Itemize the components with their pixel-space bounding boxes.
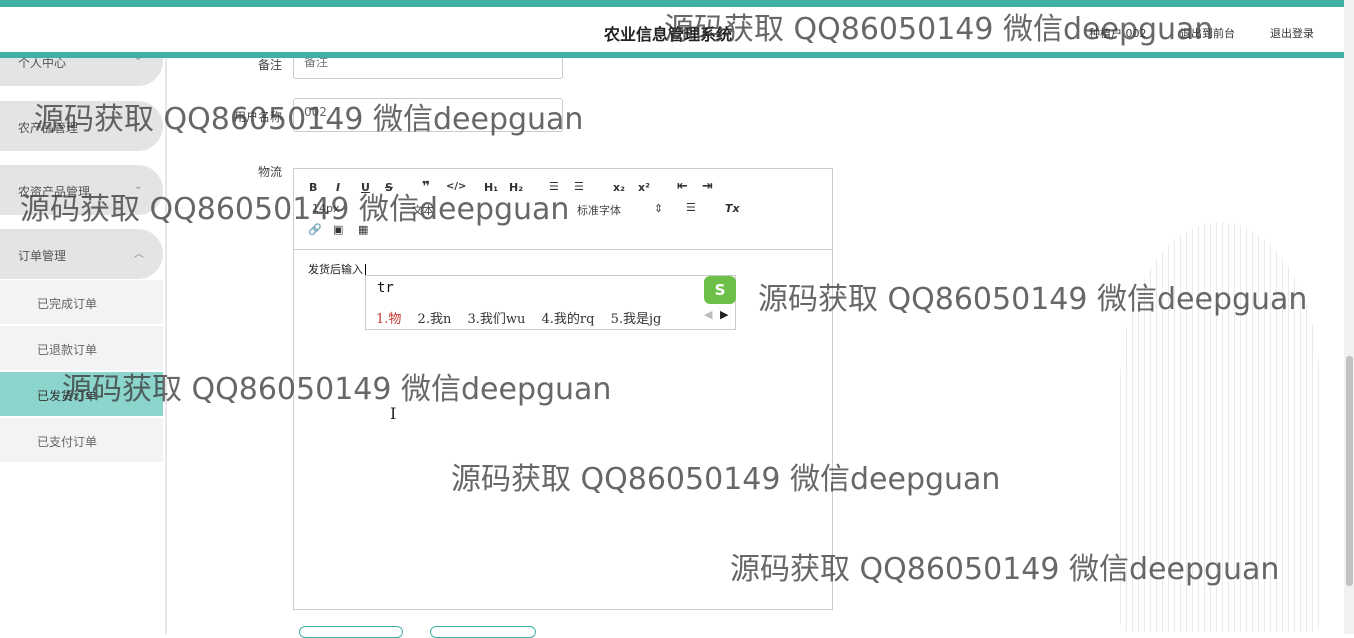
sidebar-item-paid-orders[interactable]: 已支付订单: [0, 418, 163, 462]
ime-candidate[interactable]: 2.我n: [418, 312, 452, 327]
outdent-icon[interactable]: ⇤: [677, 179, 688, 194]
submit-button[interactable]: [299, 626, 403, 638]
ime-composition: tr: [377, 280, 394, 296]
ime-candidate[interactable]: 4.我的rq: [542, 312, 595, 327]
logistics-label: 物流: [258, 165, 283, 179]
sub-label: 已完成订单: [37, 297, 98, 311]
align-icon[interactable]: ☰: [686, 201, 696, 214]
watermark: 源码获取 QQ86050149 微信deepguan: [34, 102, 584, 137]
ime-logo-icon: S: [704, 276, 736, 304]
select-arrows-icon: ⇕: [654, 202, 664, 215]
logout-link[interactable]: 退出登录: [1270, 25, 1314, 41]
sidebar-menu-orders[interactable]: 订单管理 ︿: [0, 229, 163, 279]
watermark: 源码获取 QQ86050149 微信deepguan: [20, 192, 570, 227]
editor-content[interactable]: 发货后输入: [308, 261, 366, 277]
sidebar-item-completed-orders[interactable]: 已完成订单: [0, 280, 163, 324]
ime-candidate[interactable]: 3.我们wu: [467, 312, 525, 327]
subscript-icon[interactable]: x₂: [613, 181, 625, 194]
remark-label: 备注: [258, 58, 283, 72]
ime-popup: tr S 1.物 2.我n 3.我们wu 4.我的rq 5.我是jg ◀ ▶: [365, 275, 736, 330]
font-family-select[interactable]: 标准字体: [577, 202, 621, 218]
ime-candidates: 1.物 2.我n 3.我们wu 4.我的rq 5.我是jg: [376, 308, 673, 327]
ime-candidate[interactable]: 5.我是jg: [611, 312, 662, 327]
sub-label: 已退款订单: [37, 343, 98, 357]
scrollbar-thumb[interactable]: [1346, 356, 1353, 586]
cancel-button[interactable]: [430, 626, 536, 638]
indent-icon[interactable]: ⇥: [702, 179, 713, 194]
watermark: 源码获取 QQ86050149 微信deepguan: [664, 12, 1214, 47]
watermark: 源码获取 QQ86050149 微信deepguan: [758, 282, 1308, 317]
ime-next-icon[interactable]: ▶: [720, 308, 728, 321]
editor-text: 发货后输入: [308, 263, 363, 276]
superscript-icon[interactable]: x²: [638, 181, 650, 194]
chevron-up-icon: ︿: [134, 249, 144, 260]
ime-prev-icon[interactable]: ◀: [704, 308, 712, 321]
watermark: 源码获取 QQ86050149 微信deepguan: [730, 552, 1280, 587]
bullet-list-icon[interactable]: ☰: [574, 180, 584, 193]
watermark: 源码获取 QQ86050149 微信deepguan: [62, 372, 612, 407]
clear-format-icon[interactable]: Tx: [725, 202, 740, 215]
ime-candidate[interactable]: 1.物: [376, 312, 401, 327]
watermark: 源码获取 QQ86050149 微信deepguan: [451, 462, 1001, 497]
menu-label: 订单管理: [18, 249, 67, 263]
sub-label: 已支付订单: [37, 435, 98, 449]
